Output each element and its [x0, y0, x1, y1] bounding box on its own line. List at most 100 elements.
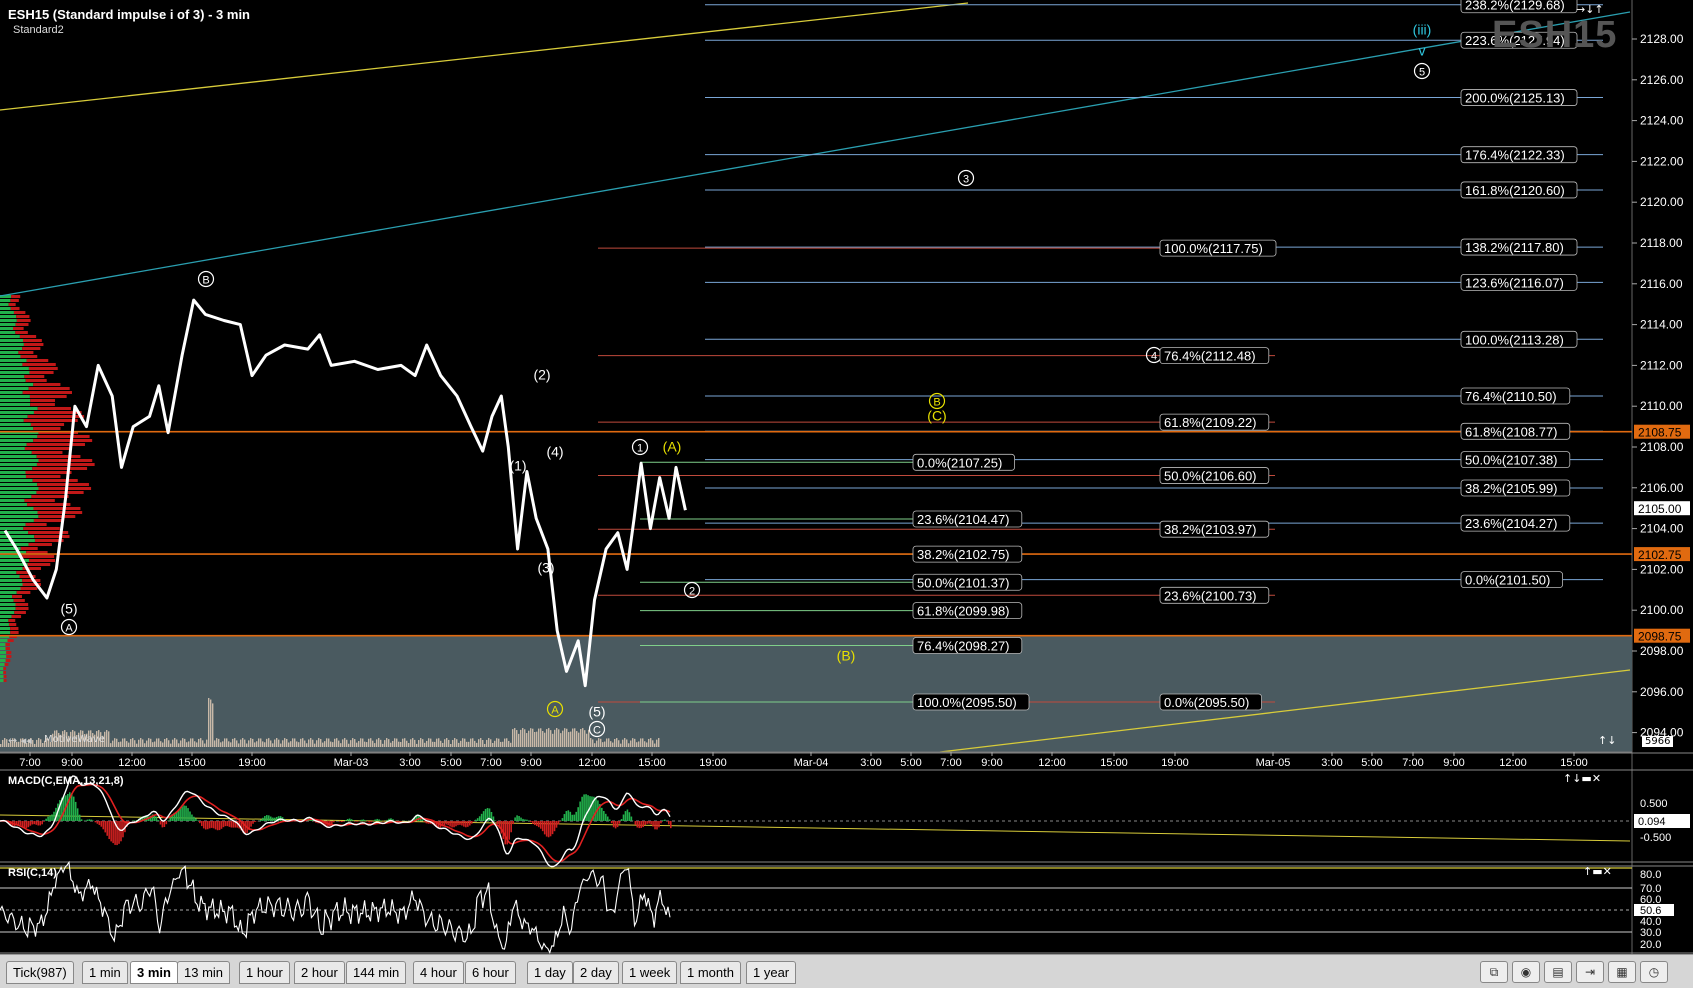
fib-level-label: 23.6%(2100.73): [1164, 588, 1257, 603]
macd-histogram-bar: [479, 816, 481, 821]
clock-icon[interactable]: ◷: [1640, 961, 1668, 983]
volume-bar: [32, 740, 33, 747]
volume-bar: [526, 733, 527, 747]
volume-bar: [118, 742, 119, 747]
panel-window-controls-icon[interactable]: ↑↓▬✕: [1563, 772, 1601, 785]
panel-window-controls-icon[interactable]: ↑▬✕: [1583, 865, 1612, 878]
volume-bar: [128, 743, 129, 747]
volume-profile-bar-buy: [0, 435, 37, 438]
tab-1-week[interactable]: 1 week: [622, 961, 677, 984]
price-tick-label: 2120.00: [1640, 195, 1684, 209]
volume-bar: [234, 738, 235, 747]
tab-6-hour[interactable]: 6 hour: [465, 961, 516, 984]
volume-profile-bar-buy: [0, 491, 36, 494]
volume-bar: [464, 739, 465, 747]
volume-bar: [190, 738, 191, 747]
calendar-icon[interactable]: ▦: [1608, 961, 1636, 983]
macd-histogram-bar: [106, 821, 108, 836]
database-icon[interactable]: ▤: [1544, 961, 1572, 983]
volume-bar: [342, 739, 343, 747]
macd-histogram-bar: [587, 795, 589, 821]
volume-profile-bar-sell: [14, 611, 26, 614]
volume-profile-bar-buy: [0, 359, 27, 362]
volume-profile-bar-buy: [0, 423, 31, 426]
volume-bar: [622, 740, 623, 747]
volume-profile-bar-sell: [3, 671, 6, 674]
macd-histogram-bar: [566, 811, 568, 821]
volume-profile-bar-sell: [18, 351, 33, 354]
volume-bar: [440, 741, 441, 747]
volume-profile-bar-buy: [0, 623, 9, 626]
volume-bar: [40, 739, 41, 747]
macd-histogram-bar: [215, 821, 217, 829]
volume-bar: [542, 731, 543, 747]
volume-bar: [396, 739, 397, 747]
macd-histogram-bar: [465, 821, 467, 827]
macd-histogram-bar: [497, 821, 499, 824]
volume-profile-bar-sell: [11, 295, 20, 298]
volume-profile-bar-buy: [0, 339, 23, 342]
volume-bar: [168, 740, 169, 747]
volume-bar: [588, 730, 589, 747]
panel-control-arrows-icon[interactable]: →↓↑: [1576, 3, 1604, 16]
macd-histogram-bar: [24, 821, 26, 828]
volume-profile-bar-sell: [37, 455, 81, 458]
tab-1-day[interactable]: 1 day: [527, 961, 573, 984]
volume-bar: [356, 743, 357, 747]
macd-histogram-bar: [71, 793, 73, 821]
macd-histogram-bar: [244, 821, 246, 834]
volume-bar: [422, 739, 423, 747]
macd-histogram-bar: [570, 812, 572, 821]
tab-1-hour[interactable]: 1 hour: [239, 961, 290, 984]
volume-profile-bar-buy: [0, 575, 20, 578]
macd-histogram: [2, 792, 672, 845]
macd-histogram-bar: [635, 821, 637, 825]
tab-3-min[interactable]: 3 min: [130, 961, 178, 984]
volume-profile-bar-buy: [0, 319, 17, 322]
volume-bar: [624, 738, 625, 747]
macd-histogram-bar: [668, 821, 670, 824]
rsi-axis-ticks: 80.070.060.050.640.030.020.0: [1634, 869, 1674, 951]
layout-icon[interactable]: ⧉: [1480, 961, 1508, 983]
volume-profile-bar-sell: [16, 323, 29, 326]
tab-144-min[interactable]: 144 min: [346, 961, 406, 984]
volume-profile-bar-sell: [5, 663, 9, 666]
volume-bar: [162, 743, 163, 747]
macd-panel[interactable]: 0.500-0.5000.094: [0, 776, 1690, 867]
macd-histogram-bar: [91, 820, 93, 821]
volume-profile-bar-buy: [0, 343, 24, 346]
scroll-arrows-icon[interactable]: ↔ ◂◂: [8, 734, 32, 747]
eye-icon[interactable]: ◉: [1512, 961, 1540, 983]
volume-profile-bar-sell: [28, 415, 84, 418]
volume-bar: [470, 739, 471, 747]
volume-bar: [134, 740, 135, 747]
macd-histogram-bar: [67, 794, 69, 821]
volume-profile-bar-buy: [0, 443, 27, 446]
volume-bar: [522, 728, 523, 747]
tab-1-month[interactable]: 1 month: [680, 961, 741, 984]
tab-1-min[interactable]: 1 min: [82, 961, 128, 984]
chart-canvas[interactable]: B(5)A(2)(1)(4)(3)(5)CA1(A)2B(C)(B)34(iii…: [0, 0, 1693, 954]
range-icon[interactable]: ⇥: [1576, 961, 1604, 983]
tab-2-hour[interactable]: 2 hour: [294, 961, 345, 984]
tab-1-year[interactable]: 1 year: [746, 961, 796, 984]
volume-profile-bar-sell: [17, 319, 31, 322]
volume-bar: [36, 740, 37, 747]
tab-4-hour[interactable]: 4 hour: [413, 961, 464, 984]
volume-profile-bar-buy: [0, 379, 26, 382]
panel-control-arrows-icon[interactable]: ↑↓: [1598, 734, 1616, 747]
tab-2-day[interactable]: 2 day: [573, 961, 619, 984]
tab-13-min[interactable]: 13 min: [177, 961, 230, 984]
volume-profile-bar-buy: [0, 535, 34, 538]
fib-level-label: 38.2%(2102.75): [917, 547, 1010, 562]
volume-bar: [314, 744, 315, 747]
volume-bar: [286, 739, 287, 747]
macd-histogram-bar: [422, 819, 424, 821]
rsi-panel[interactable]: 80.070.060.050.640.030.020.0: [0, 862, 1674, 952]
volume-profile-bar-buy: [0, 571, 16, 574]
macd-axis-ticks: 0.500-0.5000.094: [1634, 798, 1690, 844]
macd-histogram-bar: [264, 816, 266, 821]
time-tick-label: Mar-04: [794, 757, 829, 769]
tab-tick-987-[interactable]: Tick(987): [6, 961, 74, 984]
volume-bar: [592, 739, 593, 747]
